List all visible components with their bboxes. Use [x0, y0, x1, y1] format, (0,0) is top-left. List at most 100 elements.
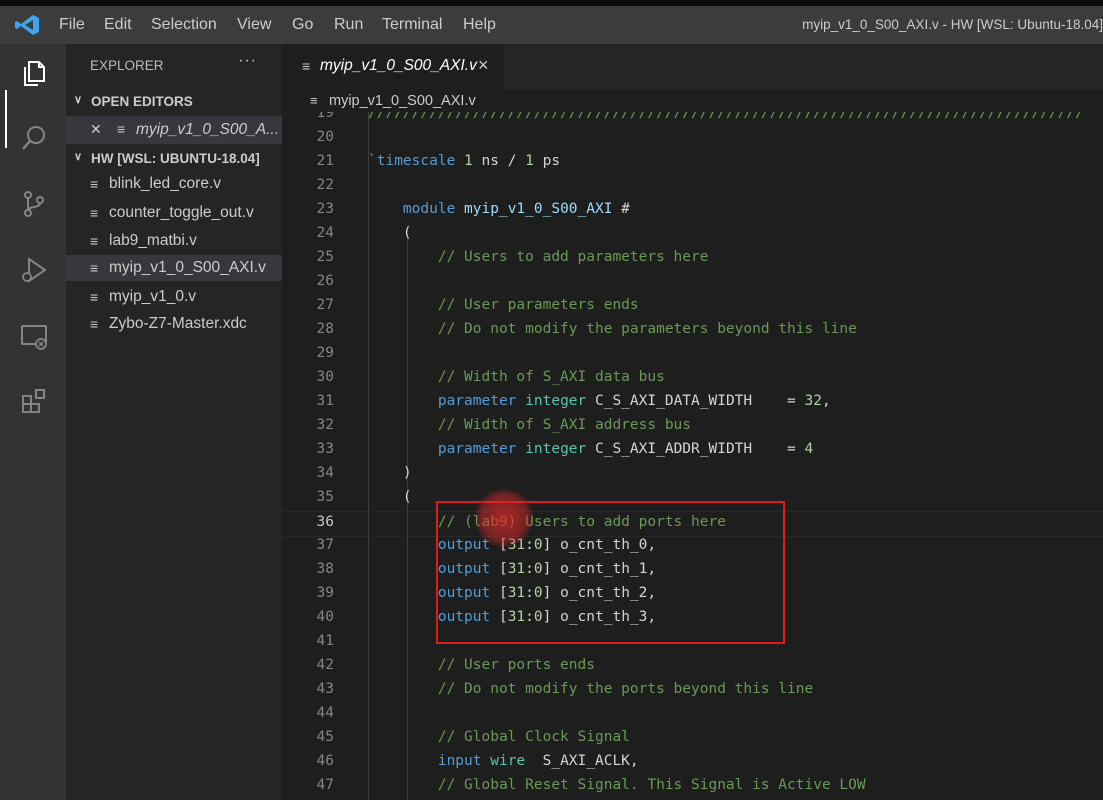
file-item[interactable]: ≡ myip_v1_0.v	[66, 284, 282, 310]
line-number: 39	[316, 585, 334, 601]
code-text: // User parameters ends	[437, 297, 639, 313]
search-icon[interactable]	[17, 121, 51, 155]
code-line[interactable]: 24 (	[282, 223, 1103, 247]
code-editor[interactable]: 19 //////////////////////////////////////…	[282, 112, 1103, 800]
line-number: 45	[316, 729, 334, 745]
code-text: // User ports ends	[437, 657, 595, 673]
file-lines-icon: ≡	[310, 93, 318, 108]
file-item[interactable]: ≡ lab9_matbi.v	[66, 228, 282, 254]
code-line[interactable]: 47 // Global Reset Signal. This Signal i…	[282, 775, 1103, 799]
line-number: 43	[316, 681, 334, 697]
file-item[interactable]: ≡ blink_led_core.v	[66, 171, 282, 197]
file-item[interactable]: ≡ Zybo-Z7-Master.xdc	[66, 311, 282, 337]
editor-tab-strip: ≡ myip_v1_0_S00_AXI.v ×	[282, 44, 1103, 90]
close-editor-icon[interactable]: ✕	[90, 121, 102, 138]
code-text: (	[368, 225, 412, 241]
workspace-header[interactable]: ∨ HW [WSL: UBUNTU-18.04]	[66, 147, 282, 171]
menu-selection[interactable]: Selection	[151, 16, 217, 34]
code-text: ////////////////////////////////////////…	[368, 112, 1084, 121]
line-number: 37	[316, 537, 334, 553]
code-line[interactable]: 34 )	[282, 463, 1103, 487]
code-line[interactable]: 28 // Do not modify the parameters beyon…	[282, 319, 1103, 343]
line-number: 22	[316, 177, 334, 193]
open-editor-filename: myip_v1_0_S00_A...	[136, 121, 280, 138]
file-item[interactable]: ≡ counter_toggle_out.v	[66, 200, 282, 226]
code-text: // Global Reset Signal. This Signal is A…	[437, 777, 866, 793]
menu-run[interactable]: Run	[334, 16, 363, 34]
tab-myip-s00-axi[interactable]: ≡ myip_v1_0_S00_AXI.v ×	[282, 44, 504, 90]
line-number: 38	[316, 561, 334, 577]
line-number: 40	[316, 609, 334, 625]
explorer-title: EXPLORER	[90, 58, 164, 73]
close-tab-icon[interactable]: ×	[478, 55, 489, 76]
open-editors-header[interactable]: ∨ OPEN EDITORS	[66, 90, 282, 114]
breadcrumb: ≡ myip_v1_0_S00_AXI.v	[282, 90, 1103, 112]
line-number: 32	[316, 417, 334, 433]
vscode-logo-icon	[14, 14, 40, 36]
code-text: )	[368, 465, 412, 481]
code-line[interactable]: 31 parameter integer C_S_AXI_DATA_WIDTH …	[282, 391, 1103, 415]
file-item-active[interactable]: ≡ myip_v1_0_S00_AXI.v	[66, 255, 282, 281]
files-icon[interactable]	[17, 56, 51, 90]
code-text: `timescale 1 ns / 1 ps	[368, 153, 561, 169]
code-text: (	[368, 489, 412, 505]
code-text: input wire S_AXI_ACLK,	[437, 753, 639, 769]
code-line[interactable]: 30 // Width of S_AXI data bus	[282, 367, 1103, 391]
open-editor-item[interactable]: ✕ ≡ myip_v1_0_S00_A...	[66, 116, 282, 144]
code-line[interactable]: 46 input wire S_AXI_ACLK,	[282, 751, 1103, 775]
file-name: lab9_matbi.v	[109, 232, 197, 249]
file-lines-icon: ≡	[302, 58, 311, 74]
run-debug-icon[interactable]	[17, 253, 51, 287]
menu-help[interactable]: Help	[463, 16, 496, 34]
code-line[interactable]: 23 module myip_v1_0_S00_AXI #	[282, 199, 1103, 223]
code-text: // Width of S_AXI address bus	[437, 417, 692, 433]
line-number: 20	[316, 129, 334, 145]
code-line[interactable]: 42 // User ports ends	[282, 655, 1103, 679]
line-number: 31	[316, 393, 334, 409]
breadcrumb-file[interactable]: myip_v1_0_S00_AXI.v	[329, 93, 476, 109]
activity-bar	[0, 44, 66, 800]
chevron-down-icon: ∨	[74, 94, 83, 106]
code-text: parameter integer C_S_AXI_DATA_WIDTH = 3…	[437, 393, 831, 409]
line-number: 44	[316, 705, 334, 721]
file-name: blink_led_core.v	[109, 175, 222, 192]
line-number: 21	[316, 153, 334, 169]
code-text: // Do not modify the ports beyond this l…	[437, 681, 814, 697]
active-view-indicator	[5, 90, 7, 148]
code-line[interactable]: 20	[282, 127, 1103, 151]
line-number: 33	[316, 441, 334, 457]
source-control-icon[interactable]	[17, 187, 51, 221]
menu-file[interactable]: File	[59, 16, 85, 34]
code-text: // Global Clock Signal	[437, 729, 630, 745]
code-line[interactable]: 27 // User parameters ends	[282, 295, 1103, 319]
code-line[interactable]: 26	[282, 271, 1103, 295]
file-lines-icon: ≡	[90, 289, 99, 305]
line-number: 25	[316, 249, 334, 265]
line-number: 35	[316, 489, 334, 505]
code-line[interactable]: 43 // Do not modify the ports beyond thi…	[282, 679, 1103, 703]
menu-edit[interactable]: Edit	[104, 16, 132, 34]
code-line[interactable]: 32 // Width of S_AXI address bus	[282, 415, 1103, 439]
line-number: 46	[316, 753, 334, 769]
menu-go[interactable]: Go	[292, 16, 313, 34]
file-lines-icon: ≡	[90, 260, 99, 276]
open-editors-label: OPEN EDITORS	[91, 94, 193, 109]
code-line[interactable]: 21 `timescale 1 ns / 1 ps	[282, 151, 1103, 175]
code-line[interactable]: 29	[282, 343, 1103, 367]
remote-explorer-icon[interactable]	[17, 319, 51, 353]
code-line[interactable]: 33 parameter integer C_S_AXI_ADDR_WIDTH …	[282, 439, 1103, 463]
code-line[interactable]: 44	[282, 703, 1103, 727]
code-text: parameter integer C_S_AXI_ADDR_WIDTH = 4	[437, 441, 814, 457]
menu-terminal[interactable]: Terminal	[382, 16, 442, 34]
code-line[interactable]: 45 // Global Clock Signal	[282, 727, 1103, 751]
menu-view[interactable]: View	[237, 16, 271, 34]
code-line[interactable]: 19 //////////////////////////////////////…	[282, 112, 1103, 127]
workspace-label: HW [WSL: UBUNTU-18.04]	[91, 151, 260, 166]
more-actions-icon[interactable]: ···	[238, 52, 257, 70]
code-line[interactable]: 22	[282, 175, 1103, 199]
extensions-icon[interactable]	[17, 384, 51, 418]
line-number: 26	[316, 273, 334, 289]
line-number: 47	[316, 777, 334, 793]
code-text: // Do not modify the parameters beyond t…	[437, 321, 857, 337]
code-line[interactable]: 25 // Users to add parameters here	[282, 247, 1103, 271]
